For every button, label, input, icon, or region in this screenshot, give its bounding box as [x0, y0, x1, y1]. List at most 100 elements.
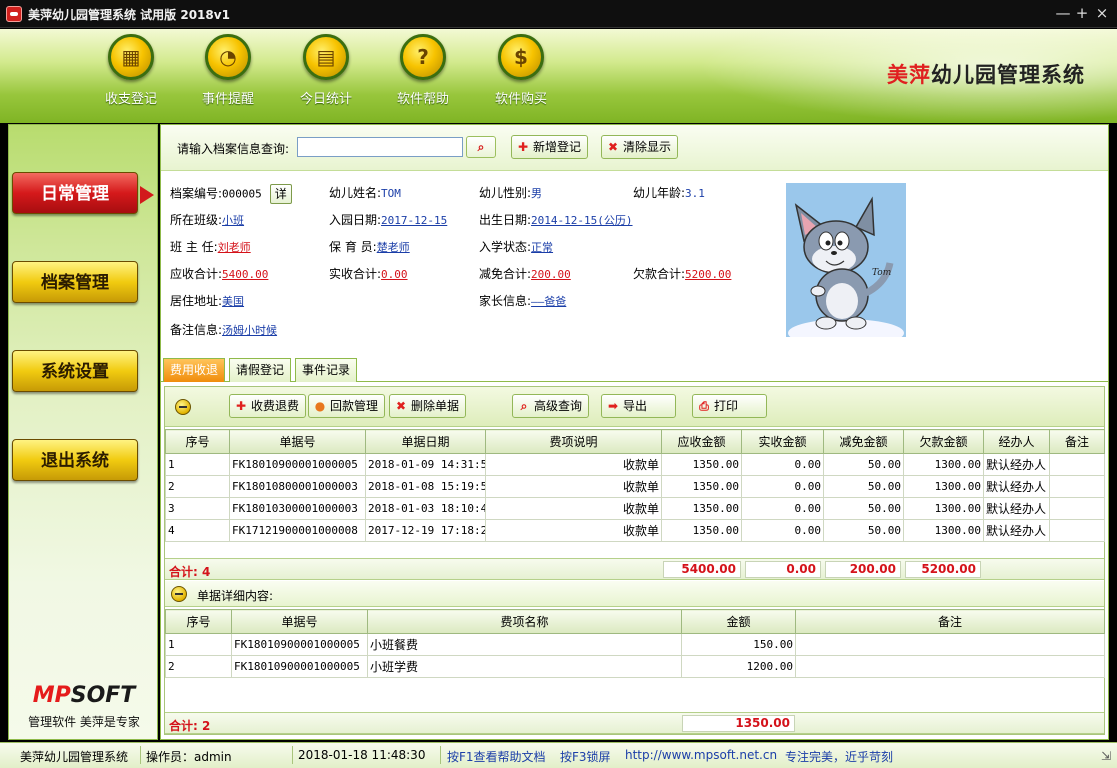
- search-input[interactable]: [297, 137, 463, 157]
- table-cell: 2: [165, 475, 230, 498]
- detail-summary-bar: 合计: 2 1350.00: [165, 712, 1104, 734]
- table-row[interactable]: 1 FK18010900001000005 2018-01-09 14:31:5…: [165, 453, 1105, 476]
- tab-events[interactable]: 事件记录: [295, 358, 358, 382]
- sidebar-item-daily[interactable]: 日常管理: [12, 172, 138, 214]
- column-header[interactable]: 费项名称: [367, 609, 682, 634]
- enroll-date-value[interactable]: 2017-12-15: [381, 214, 447, 227]
- table-row[interactable]: 4 FK17121900001000008 2017-12-19 17:18:2…: [165, 519, 1105, 542]
- column-header[interactable]: 备注: [1049, 429, 1105, 454]
- parent-value[interactable]: ——爸爸: [531, 295, 566, 308]
- header-button-income[interactable]: ▦ 收支登记: [91, 34, 171, 107]
- table-row[interactable]: 1 FK18010900001000005 小班餐费 150.00: [165, 633, 1105, 656]
- sidebar-item-settings[interactable]: 系统设置: [12, 350, 138, 392]
- clock-icon: ◔: [205, 34, 251, 80]
- bills-total-count: 合计: 4: [169, 565, 211, 579]
- sum-due: 5400.00: [663, 561, 741, 578]
- status-operator: 操作员：admin: [146, 750, 232, 764]
- collapse-toggle-icon[interactable]: [175, 399, 191, 415]
- column-header[interactable]: 单据日期: [365, 429, 486, 454]
- field-total-paid: 实收合计:0.00: [329, 265, 408, 282]
- column-header[interactable]: 单据号: [229, 429, 366, 454]
- header-button-help[interactable]: ? 软件帮助: [383, 34, 463, 107]
- table-cell: 2: [165, 655, 232, 678]
- minimize-button[interactable]: —: [1053, 4, 1073, 22]
- column-header[interactable]: 费项说明: [485, 429, 662, 454]
- child-name-value: TOM: [381, 187, 401, 200]
- collection-button[interactable]: ● 回款管理: [308, 394, 386, 418]
- collapse-toggle-icon[interactable]: [171, 586, 187, 602]
- table-cell: 1300.00: [903, 453, 984, 476]
- collection-label: 回款管理: [330, 399, 379, 413]
- header-button-label: 软件帮助: [396, 92, 449, 107]
- brand-name-rest: 幼儿园管理系统: [931, 63, 1085, 87]
- column-header[interactable]: 序号: [165, 429, 230, 454]
- export-button[interactable]: ➡ 导出: [601, 394, 676, 418]
- active-arrow-icon: [140, 186, 154, 204]
- column-header[interactable]: 金额: [681, 609, 796, 634]
- tab-leave[interactable]: 请假登记: [229, 358, 292, 382]
- table-cell: 小班餐费: [367, 633, 682, 656]
- add-record-button[interactable]: ✚ 新增登记: [511, 135, 589, 159]
- total-owed-value[interactable]: 5200.00: [685, 268, 731, 281]
- address-value[interactable]: 美国: [222, 295, 244, 308]
- header-button-today-stats[interactable]: ▤ 今日统计: [286, 34, 366, 107]
- birth-date-value[interactable]: 2014-12-15(公历): [531, 214, 632, 227]
- class-value[interactable]: 小班: [222, 214, 244, 227]
- close-button[interactable]: ×: [1092, 4, 1112, 22]
- column-header[interactable]: 单据号: [231, 609, 368, 634]
- column-header[interactable]: 序号: [165, 609, 232, 634]
- header-button-label: 收支登记: [104, 92, 157, 107]
- column-header[interactable]: 减免金额: [823, 429, 904, 454]
- field-total-owed: 欠款合计:5200.00: [633, 265, 731, 282]
- bills-summary-bar: 合计: 4 5400.00 0.00 200.00 5200.00: [165, 558, 1104, 580]
- column-header[interactable]: 备注: [795, 609, 1105, 634]
- column-header[interactable]: 欠款金额: [903, 429, 984, 454]
- column-header[interactable]: 实收金额: [741, 429, 824, 454]
- table-row[interactable]: 3 FK18010300001000003 2018-01-03 18:10:4…: [165, 497, 1105, 520]
- column-header[interactable]: 应收金额: [661, 429, 742, 454]
- arrow-right-icon: ➡: [607, 399, 619, 413]
- remark-value[interactable]: 汤姆小时候: [222, 324, 277, 337]
- abacus-icon: ▦: [108, 34, 154, 80]
- search-button[interactable]: ⌕: [466, 136, 496, 158]
- total-paid-value[interactable]: 0.00: [381, 268, 408, 281]
- dollar-icon: $: [498, 34, 544, 80]
- clear-display-button[interactable]: ✖ 清除显示: [601, 135, 679, 159]
- brand-name-red: 美萍: [887, 63, 931, 87]
- status-divider: [292, 746, 293, 764]
- field-label: 入园日期:: [329, 213, 382, 227]
- head-teacher-value[interactable]: 刘老师: [218, 241, 251, 254]
- field-parent: 家长信息:——爸爸: [479, 292, 566, 309]
- resize-grip-icon[interactable]: ⇲: [1101, 749, 1111, 763]
- detail-header-bar: 单据详细内容:: [165, 581, 1104, 607]
- charge-refund-button[interactable]: ✚ 收费退费: [229, 394, 307, 418]
- table-cell: 1200.00: [681, 655, 796, 678]
- total-discount-value[interactable]: 200.00: [531, 268, 571, 281]
- nurse-value[interactable]: 楚老师: [377, 241, 410, 254]
- maximize-button[interactable]: +: [1072, 4, 1092, 22]
- detail-button[interactable]: 详: [269, 184, 292, 204]
- table-row[interactable]: 2 FK18010800001000003 2018-01-08 15:19:5…: [165, 475, 1105, 498]
- advanced-query-button[interactable]: ⌕ 高级查询: [512, 394, 590, 418]
- field-label: 档案编号:: [170, 186, 223, 201]
- plus-icon: ✚: [235, 399, 247, 413]
- status-help-hint: 按F1查看帮助文档: [447, 750, 546, 764]
- table-row[interactable]: 2 FK18010900001000005 小班学费 1200.00: [165, 655, 1105, 678]
- status-value[interactable]: 正常: [531, 241, 553, 254]
- tab-fees[interactable]: 费用收退: [163, 358, 226, 382]
- sidebar-item-exit[interactable]: 退出系统: [12, 439, 138, 481]
- table-cell: 4: [165, 519, 230, 542]
- total-due-value[interactable]: 5400.00: [222, 268, 268, 281]
- header-button-purchase[interactable]: $ 软件购买: [481, 34, 561, 107]
- table-cell: FK18010300001000003: [229, 497, 366, 520]
- status-website-link[interactable]: http://www.mpsoft.net.cn: [625, 748, 777, 762]
- app-icon: [6, 6, 22, 22]
- column-header[interactable]: 经办人: [983, 429, 1050, 454]
- header-button-reminder[interactable]: ◔ 事件提醒: [188, 34, 268, 107]
- sidebar-item-records[interactable]: 档案管理: [12, 261, 138, 303]
- table-cell: 收款单: [485, 519, 662, 542]
- delete-bill-button[interactable]: ✖ 删除单据: [389, 394, 467, 418]
- child-photo: Tom: [786, 183, 906, 337]
- table-cell: FK18010900001000005: [231, 655, 368, 678]
- print-button[interactable]: ⎙ 打印: [692, 394, 767, 418]
